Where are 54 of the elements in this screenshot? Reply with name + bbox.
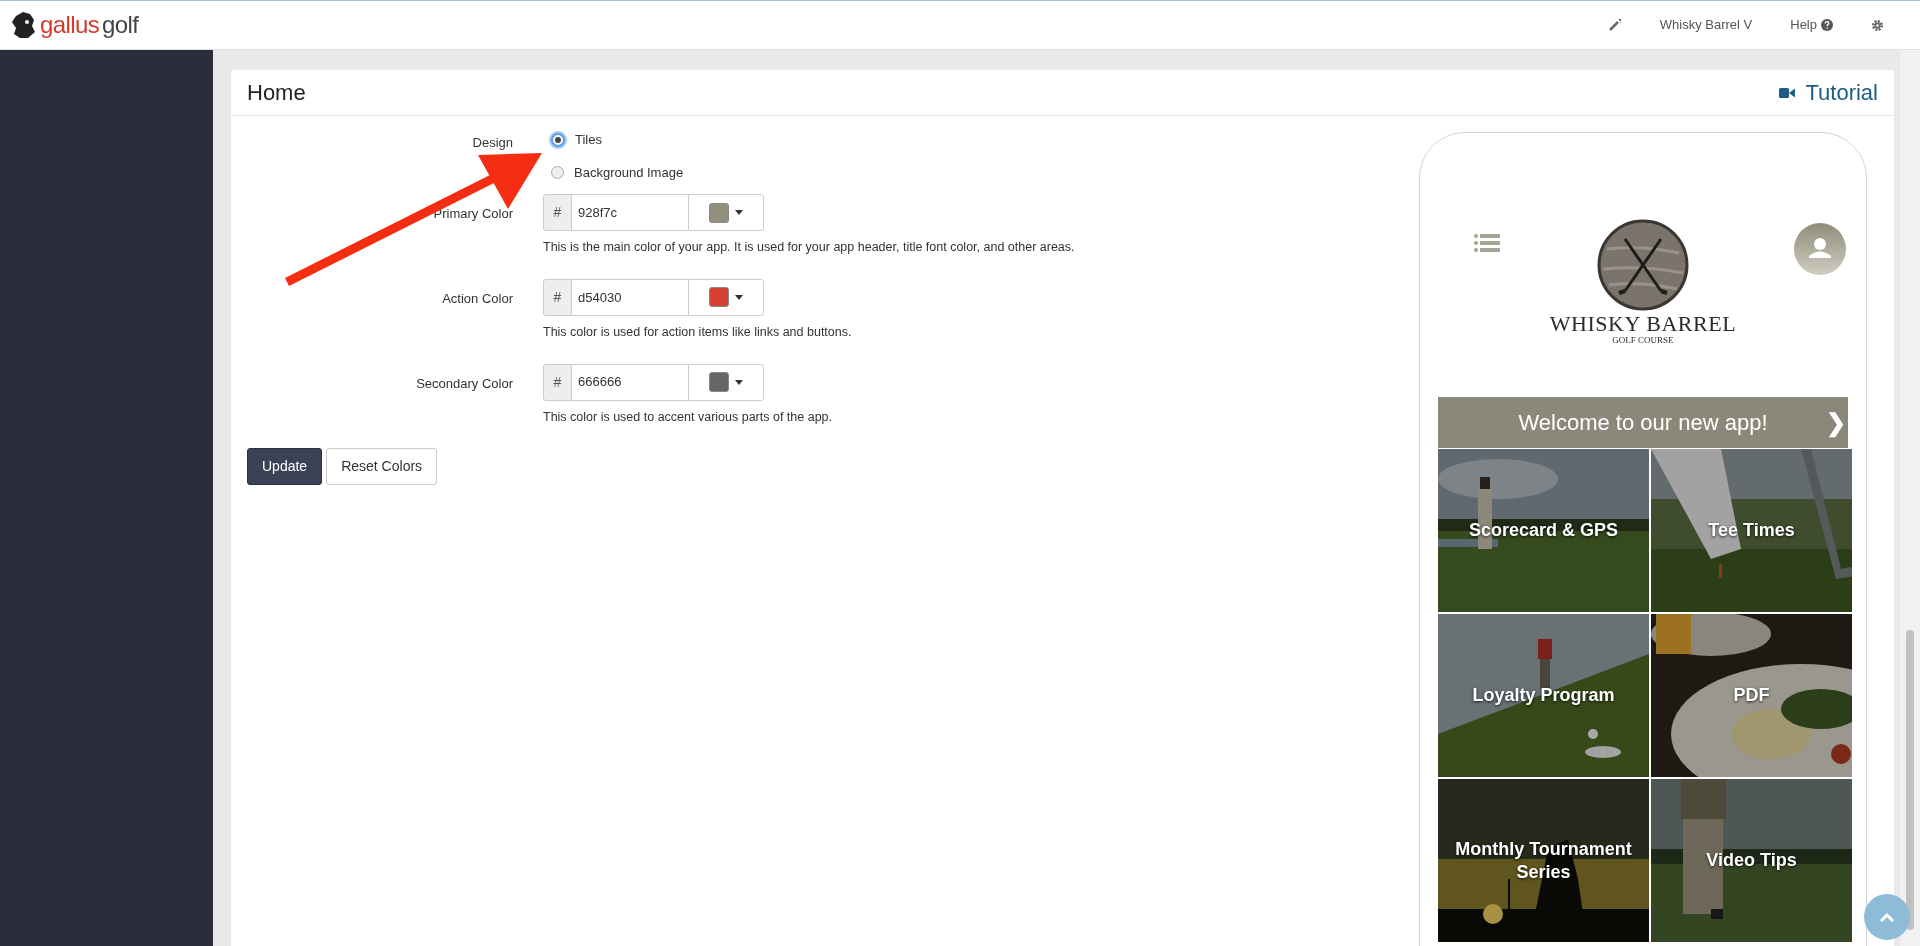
scrollbar-thumb[interactable]	[1906, 630, 1914, 930]
caret-icon	[735, 379, 743, 385]
chevron-up-icon	[1879, 912, 1895, 922]
input-prefix: #	[543, 278, 572, 316]
field-label: Secondary Color	[416, 375, 513, 391]
menu-tile[interactable]: Video Tips	[1651, 779, 1852, 942]
input-prefix: #	[543, 363, 572, 401]
input-prefix: #	[543, 194, 572, 231]
tile-label: Video Tips	[1706, 849, 1797, 872]
course-name: WHISKY BARREL	[1549, 313, 1737, 335]
radio-button[interactable]	[551, 165, 564, 179]
color-picker-button[interactable]	[688, 194, 764, 231]
page-title: Home	[247, 79, 306, 107]
help-link[interactable]: Help	[1790, 15, 1833, 35]
chevron-icon: ❯	[1826, 404, 1846, 441]
radio-button[interactable]	[551, 132, 565, 147]
field-label: Design	[472, 135, 513, 150]
menu-tile[interactable]: Scorecard & GPS	[1438, 449, 1649, 612]
hex-input-field[interactable]: 666666	[572, 363, 688, 401]
hex-input-field[interactable]: d54030	[572, 278, 688, 316]
tutorial-link[interactable]: Tutorial	[1779, 76, 1878, 109]
menu-tile[interactable]: Monthly Tournament Series	[1438, 779, 1649, 942]
welcome-banner[interactable]: Welcome to our new app! ❯	[1438, 397, 1848, 448]
account-menu[interactable]: Whisky Barrel V	[1659, 15, 1753, 35]
tile-label: Tee Times	[1708, 519, 1795, 542]
menu-tile[interactable]: Tee Times	[1651, 449, 1852, 612]
radio-option[interactable]: Background Image	[551, 162, 684, 182]
help-text: This color is used for action items like links and buttons.	[543, 323, 852, 341]
update-button[interactable]: Update	[247, 448, 323, 486]
tile-label: Scorecard & GPS	[1468, 519, 1619, 542]
help-text: This color is used to accent various parts of the app.	[543, 408, 833, 426]
course-subtitle: GOLF COURSE	[1612, 335, 1674, 347]
tile-label: Monthly Tournament Series	[1454, 838, 1633, 883]
barrel-logo-icon	[1597, 219, 1689, 311]
brand-logo[interactable]: gallusgolf	[40, 13, 139, 37]
tile-label: PDF	[1733, 684, 1770, 707]
question-icon	[1821, 19, 1833, 31]
radio-option[interactable]: Tiles	[551, 130, 684, 150]
help-text: This is the main color of your app. It is used for your app header, title font color, and other areas.	[543, 239, 1075, 256]
field-label: Action Color	[442, 290, 513, 306]
menu-list-icon	[1474, 233, 1500, 254]
reset-button[interactable]: Reset Colors	[326, 448, 438, 486]
lion-head-icon	[10, 10, 36, 40]
tile-label: Loyalty Program	[1472, 684, 1615, 707]
user-avatar-icon[interactable]	[1794, 223, 1846, 275]
video-camera-icon	[1779, 86, 1796, 99]
hex-input-field[interactable]: 928f7c	[572, 194, 688, 231]
magic-wand-icon[interactable]	[1607, 18, 1622, 32]
caret-icon	[735, 294, 743, 300]
color-picker-button[interactable]	[688, 278, 764, 316]
caret-icon	[735, 210, 743, 215]
menu-tile[interactable]: Loyalty Program	[1438, 614, 1649, 777]
settings-icon[interactable]	[1871, 18, 1884, 32]
color-picker-button[interactable]	[688, 363, 764, 401]
